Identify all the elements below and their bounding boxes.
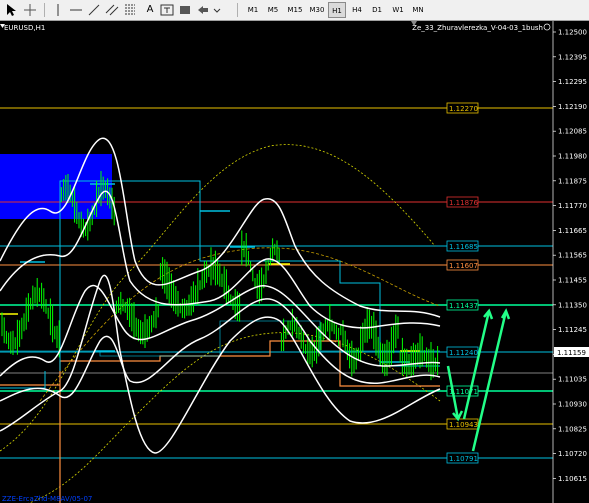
tf-w1[interactable]: W1 [389,2,407,18]
price-tick-label: 1.11770 [558,202,587,210]
price-tick-label: 1.12295 [558,78,587,86]
level-label: 1.11437 [449,302,478,310]
text-label-icon[interactable] [159,2,175,18]
indicator-title: Ze_33_Zhuravlerezka_V-04-03_1bush [412,24,543,32]
price-tick-label: 1.10720 [558,450,587,458]
price-tick-label: 1.11350 [558,301,587,309]
price-tick-label: 1.11665 [558,227,587,235]
fibonacci-icon[interactable] [122,2,138,18]
price-tick-label: 1.11455 [558,277,587,285]
vertical-line-icon[interactable] [50,2,66,18]
price-tick-label: 1.11980 [558,153,587,161]
price-tick-label: 1.12395 [558,53,587,61]
current-price-label: 1.11159 [557,349,586,357]
tf-m5[interactable]: M5 [264,2,282,18]
cursor-icon[interactable] [3,2,19,18]
price-tick-label: 1.10615 [558,475,587,483]
text-tool-icon[interactable]: A [143,2,157,18]
price-tick-label: 1.12500 [558,29,587,37]
price-chart[interactable]: 1.12270 1.11876 1.11685 1.11607 1.11437 1.112… [0,21,589,503]
price-tick-label: 1.12085 [558,128,587,136]
horizontal-line-icon[interactable] [68,2,84,18]
price-tick-label: 1.11565 [558,252,587,260]
level-label: 1.11876 [449,199,478,207]
level-label: 1.10943 [449,421,478,429]
level-label: 1.11240 [449,349,478,357]
price-tick-label: 1.11875 [558,177,587,185]
trendline-icon[interactable] [86,2,102,18]
channel-icon[interactable] [104,2,120,18]
supply-zone-rectangle [0,154,112,219]
price-tick-label: 1.10825 [558,425,587,433]
level-label: 1.11607 [449,262,478,270]
price-tick-label: 1.12190 [558,103,587,111]
level-label: 1.10791 [449,455,478,463]
tf-h4[interactable]: H4 [348,2,366,18]
tf-m1[interactable]: M1 [244,2,262,18]
crosshair-icon[interactable] [22,2,38,18]
tf-d1[interactable]: D1 [368,2,386,18]
chart-toolbar: A M1 M5 M15 M30 H1 H4 D1 W1 MN [0,0,589,21]
chevron-down-icon[interactable] [211,2,223,18]
price-tick-label: 1.11245 [558,326,587,334]
tf-m30[interactable]: M30 [307,2,327,18]
tf-h1[interactable]: H1 [328,2,346,18]
rectangle-icon[interactable] [177,2,193,18]
arrow-shapes-icon[interactable] [195,2,211,18]
level-label: 1.12270 [449,105,478,113]
tf-m15[interactable]: M15 [285,2,305,18]
tf-mn[interactable]: MN [409,2,427,18]
price-tick-label: 1.11035 [558,376,587,384]
price-tick-label: 1.10930 [558,401,587,409]
chart-symbol-title: EURUSD,H1 [4,24,45,32]
level-label: 1.11685 [449,243,478,251]
bottom-watermark: ZZE-ErcaZhd-M8AV/05-07 [2,495,92,503]
